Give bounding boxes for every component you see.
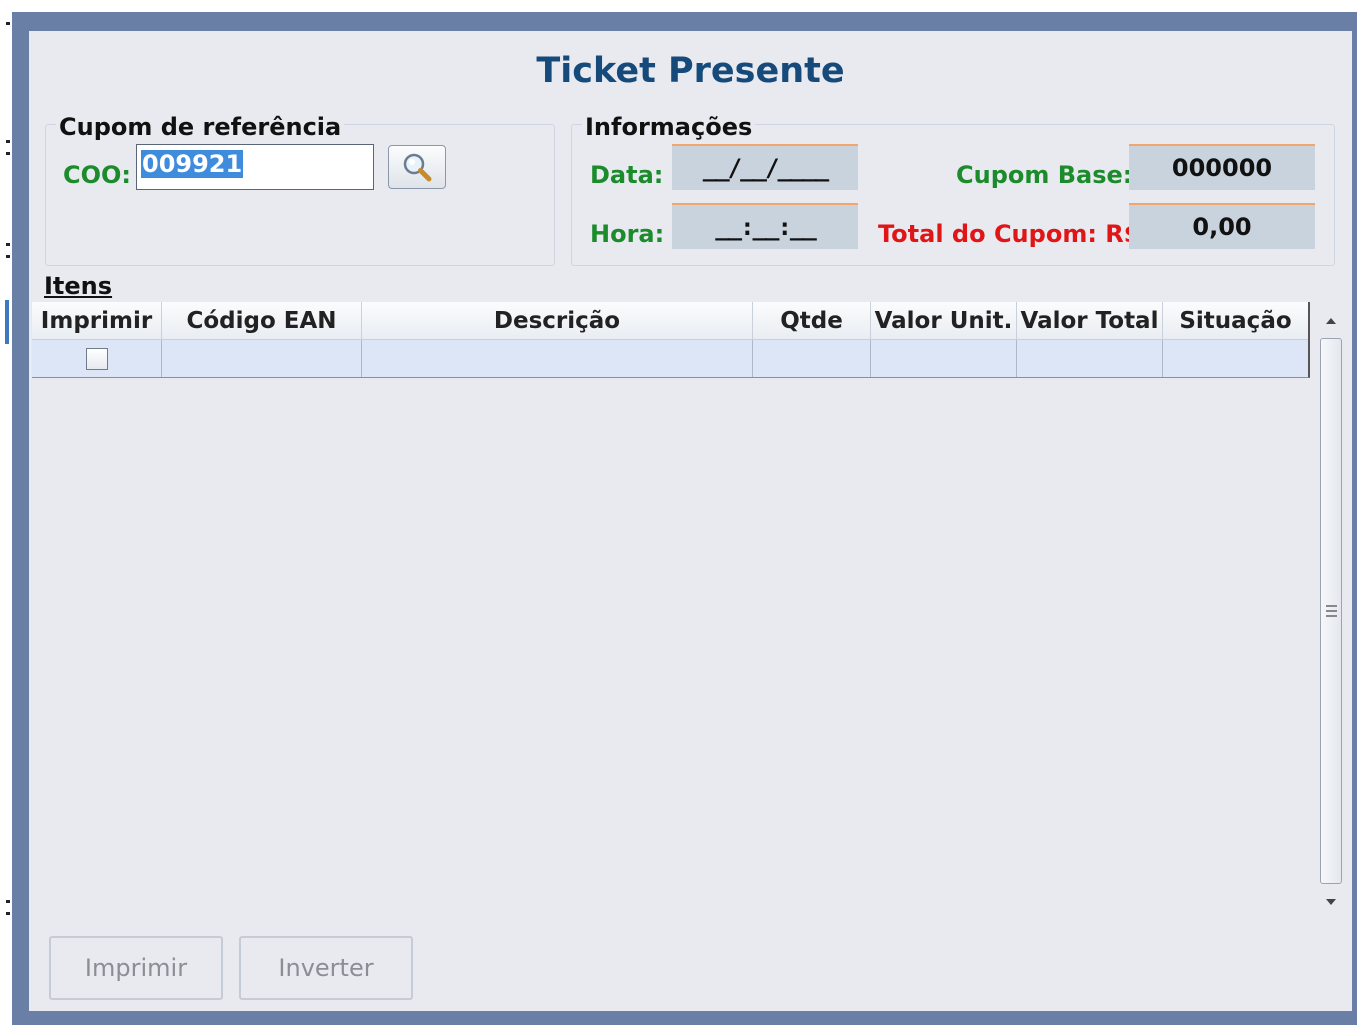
cell-descricao[interactable]: [362, 340, 753, 377]
edge-highlight: [5, 300, 9, 344]
total-cupom-field: 0,00: [1129, 203, 1315, 249]
total-cupom-label: Total do Cupom: R$: [878, 220, 1141, 248]
grid-header: Imprimir Código EAN Descrição Qtde Valor…: [32, 302, 1310, 340]
imprimir-button-label: Imprimir: [84, 954, 188, 982]
magnifier-icon: [403, 153, 432, 182]
column-header-valor-total[interactable]: Valor Total: [1017, 302, 1163, 340]
itens-title-text: Itens: [44, 272, 113, 300]
column-header-valor-unit[interactable]: Valor Unit.: [871, 302, 1017, 340]
edge-tick: [6, 912, 10, 915]
grip-icon: [1325, 605, 1337, 617]
arrow-up-icon: [1326, 318, 1336, 324]
left-edge-marks: [0, 0, 12, 1025]
cupom-base-field: 000000: [1129, 144, 1315, 190]
cell-qtde[interactable]: [753, 340, 871, 377]
cupom-base-label: Cupom Base:: [956, 161, 1133, 189]
data-field: __/__/____: [672, 144, 858, 190]
dialog-title: Ticket Presente: [536, 51, 845, 91]
hora-value: __:__:__: [715, 213, 817, 241]
coo-value: 009921: [141, 150, 244, 178]
cell-valor-unit[interactable]: [871, 340, 1017, 377]
hora-field: __:__:__: [672, 203, 858, 249]
edge-tick: [6, 22, 10, 25]
scrollbar-thumb[interactable]: [1320, 338, 1342, 884]
ticket-presente-dialog: Ticket Presente Cupom de referência COO:…: [29, 31, 1352, 1011]
cupom-base-value: 000000: [1171, 154, 1273, 182]
vertical-scrollbar[interactable]: [1316, 302, 1346, 921]
column-header-codigo-ean[interactable]: Código EAN: [162, 302, 362, 340]
imprimir-button[interactable]: Imprimir: [49, 936, 223, 1000]
cupom-referencia-title: Cupom de referência: [56, 113, 345, 141]
imprimir-checkbox[interactable]: [85, 347, 108, 370]
itens-title: Itens: [44, 272, 112, 300]
inverter-button-label: Inverter: [278, 954, 374, 982]
total-cupom-value: 0,00: [1192, 213, 1252, 241]
arrow-down-icon: [1326, 899, 1336, 905]
data-label: Data:: [590, 161, 664, 189]
edge-tick: [6, 900, 10, 903]
cell-situacao[interactable]: [1163, 340, 1308, 377]
coo-input[interactable]: 009921: [136, 144, 374, 190]
scroll-up-button[interactable]: [1316, 306, 1346, 336]
items-grid: Imprimir Código EAN Descrição Qtde Valor…: [32, 302, 1348, 922]
inverter-button[interactable]: Inverter: [239, 936, 413, 1000]
cell-codigo-ean[interactable]: [162, 340, 362, 377]
data-value: __/__/____: [702, 154, 829, 182]
search-button[interactable]: [388, 145, 446, 189]
cell-imprimir: [32, 340, 162, 377]
coo-label: COO:: [63, 161, 132, 189]
edge-tick: [6, 243, 10, 246]
cell-valor-total[interactable]: [1017, 340, 1163, 377]
edge-tick: [6, 140, 10, 143]
informacoes-title: Informações: [582, 113, 756, 141]
column-header-imprimir[interactable]: Imprimir: [32, 302, 162, 340]
edge-tick: [6, 255, 10, 258]
column-header-situacao[interactable]: Situação: [1163, 302, 1310, 340]
scroll-down-button[interactable]: [1316, 887, 1346, 917]
hora-label: Hora:: [590, 220, 665, 248]
edge-tick: [6, 152, 10, 155]
column-header-qtde[interactable]: Qtde: [753, 302, 871, 340]
table-row[interactable]: [32, 340, 1310, 378]
column-header-descricao[interactable]: Descrição: [362, 302, 753, 340]
